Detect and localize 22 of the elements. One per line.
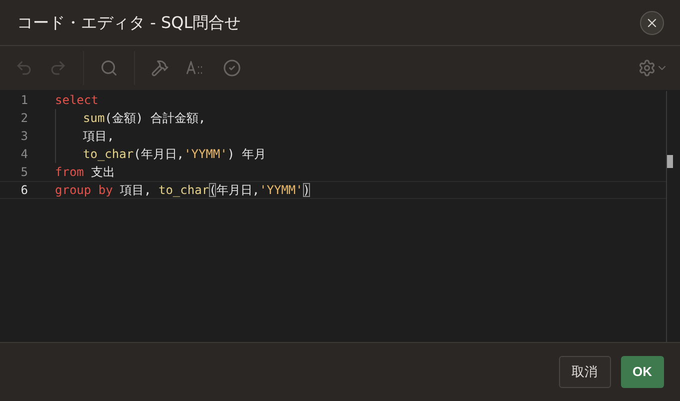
- code-line: from 支出: [55, 164, 116, 180]
- code-line: sum(金額) 合計金額,: [83, 110, 206, 126]
- settings-button[interactable]: [638, 59, 668, 77]
- undo-icon: [15, 59, 33, 77]
- code-line: group by 項目, to_char(年月日,'YYMM'): [55, 182, 310, 198]
- line-number: 2: [20, 110, 29, 127]
- ok-button[interactable]: OK: [620, 356, 664, 388]
- line-number: 4: [20, 146, 29, 163]
- code-editor[interactable]: 1 select 2 sum(金額) 合計金額, 3 項目, 4 to_char(年月日,'YYMM') 年月 5 from 支出 6 group by 項目, to_char(年月日,'YYMM'): [0, 90, 680, 342]
- line-number: 1: [20, 92, 29, 109]
- code-line: 項目,: [83, 128, 114, 144]
- gear-icon: [638, 59, 656, 77]
- code-line: select: [55, 92, 98, 108]
- line-number: 5: [20, 164, 29, 181]
- redo-icon: [49, 59, 67, 77]
- cancel-button[interactable]: 取消: [558, 356, 610, 388]
- window-title: コード・エディタ - SQL問合せ: [17, 12, 241, 34]
- close-button[interactable]: [640, 10, 664, 34]
- line-number: 3: [20, 128, 29, 145]
- scroll-marker: [667, 155, 673, 168]
- line-number: 6: [20, 182, 29, 199]
- code-line: to_char(年月日,'YYMM') 年月: [83, 146, 266, 162]
